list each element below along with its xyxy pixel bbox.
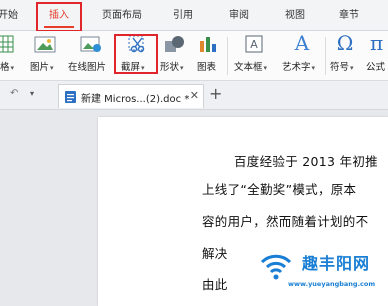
tab-reference[interactable]: 引用 — [168, 6, 198, 26]
paragraph-line: 解决 — [202, 246, 228, 261]
ribbon-divider — [325, 37, 326, 75]
symbol-label: 符号▾ — [330, 62, 354, 73]
site-watermark: 趣丰阳网 www.yueyangbang.com — [238, 236, 388, 306]
pi-icon: π — [370, 32, 383, 54]
paragraph-line: 由此 — [202, 277, 228, 292]
ribbon-divider — [227, 37, 228, 75]
watermark-url: www.yueyangbang.com — [288, 280, 376, 288]
online-picture-icon — [80, 36, 101, 52]
chart-button[interactable]: 图表 — [194, 31, 222, 80]
tab-start[interactable]: 开始 — [0, 6, 20, 26]
chevron-down-icon[interactable]: ▾ — [30, 89, 34, 98]
formula-label: 公式 — [366, 62, 386, 73]
wordart-label: 艺术字▾ — [282, 62, 316, 73]
picture-icon — [34, 36, 56, 53]
shape-label: 形状▾ — [160, 62, 184, 73]
picture-label: 图片▾ — [30, 62, 54, 73]
picture-button[interactable]: 图片▾ — [28, 31, 64, 80]
tab-review[interactable]: 审阅 — [224, 6, 254, 26]
word-document-icon — [65, 91, 76, 103]
svg-text:A: A — [250, 38, 258, 51]
textbox-icon: A — [245, 35, 263, 53]
textbox-button[interactable]: A 文本框▾ — [232, 31, 276, 80]
svg-text:Ω: Ω — [337, 32, 354, 54]
watermark-brand: 趣丰阳网 — [302, 254, 371, 273]
bar-chart-icon — [200, 37, 216, 52]
screenshot-highlight — [114, 34, 158, 74]
insert-tab-highlight — [36, 2, 82, 32]
svg-text:π: π — [370, 32, 383, 54]
online-picture-button[interactable]: 在线图片 — [66, 31, 114, 80]
new-tab-plus-icon[interactable]: + — [209, 84, 222, 103]
table-icon — [0, 35, 14, 53]
paragraph-line: 百度经验于 2013 年初推 — [234, 154, 378, 169]
table-label: 格▾ — [0, 62, 15, 73]
document-tab-title: 新建 Micros...(2).doc * — [81, 94, 190, 105]
symbol-button[interactable]: Ω 符号▾ — [328, 31, 360, 80]
document-tab-bar: ↶ ▾ 新建 Micros...(2).doc * ✕ + — [0, 81, 388, 110]
close-icon[interactable]: ✕ — [190, 89, 199, 102]
textbox-label: 文本框▾ — [234, 62, 268, 73]
table-button[interactable]: 格▾ — [0, 31, 26, 80]
wordart-button[interactable]: A 艺术字▾ — [280, 31, 322, 80]
tab-view[interactable]: 视图 — [280, 6, 310, 26]
online-picture-label: 在线图片 — [68, 62, 107, 73]
tab-page-layout[interactable]: 页面布局 — [98, 6, 146, 26]
tab-chapter[interactable]: 章节 — [334, 6, 364, 26]
omega-icon: Ω — [337, 32, 354, 54]
insert-ribbon: 格▾ 图片▾ 在线图片 截屏▾ 形状▾ 图表 A 文本框▾ A 艺术字▾ Ω 符… — [0, 31, 388, 81]
svg-text:A: A — [294, 32, 310, 54]
back-arrow-icon[interactable]: ↶ — [10, 88, 18, 99]
document-tab[interactable]: 新建 Micros...(2).doc * ✕ — [58, 84, 204, 108]
shape-button[interactable]: 形状▾ — [158, 31, 192, 80]
paragraph-line: 容的用户，然而随着计划的不 — [202, 214, 369, 229]
wordart-icon: A — [294, 32, 310, 54]
chart-label: 图表 — [197, 62, 217, 73]
paragraph-line: 上线了“全勤奖”模式，原本 — [202, 182, 357, 197]
shapes-icon — [165, 36, 184, 52]
formula-button[interactable]: π 公式 — [364, 31, 388, 80]
